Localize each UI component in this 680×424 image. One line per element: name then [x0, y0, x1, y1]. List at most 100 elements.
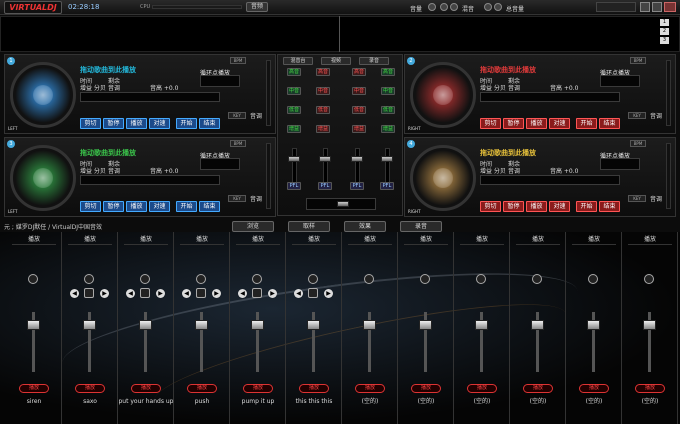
volume-knob[interactable] — [588, 274, 598, 284]
volume-fader[interactable] — [195, 320, 208, 330]
volume-knob[interactable] — [84, 274, 94, 284]
fader-cap[interactable] — [381, 156, 393, 162]
prev-icon[interactable] — [440, 3, 448, 11]
sound-icon[interactable] — [494, 3, 502, 11]
volume-fader[interactable] — [419, 320, 432, 330]
record-button[interactable]: 音频 — [246, 2, 268, 12]
volume-knob[interactable] — [140, 274, 150, 284]
deck-cue-0[interactable]: 开始 — [576, 201, 597, 212]
volume-knob[interactable] — [308, 274, 318, 284]
tab-browse[interactable]: 浏览 — [232, 221, 274, 232]
loop-icon[interactable] — [196, 288, 206, 298]
deck-select-1[interactable]: 1 — [660, 19, 669, 26]
volume-knob[interactable] — [28, 274, 38, 284]
mixer-eq-right-b-1[interactable]: 中音 — [381, 87, 395, 95]
loop-icon[interactable] — [140, 288, 150, 298]
right-arrow-icon[interactable]: ▶ — [212, 289, 221, 298]
deck-cue-1[interactable]: 结束 — [199, 201, 220, 212]
pitch-fader[interactable] — [266, 60, 271, 126]
sampler-play-button[interactable]: 播放 — [19, 384, 49, 393]
left-arrow-icon[interactable]: ◀ — [126, 289, 135, 298]
loop-icon[interactable] — [308, 288, 318, 298]
right-arrow-icon[interactable]: ▶ — [268, 289, 277, 298]
deck-select-3[interactable]: 3 — [660, 37, 669, 44]
bpm-button[interactable]: BPM — [230, 57, 246, 64]
mixer-eq-left-2[interactable]: 低音 — [287, 106, 301, 114]
mixer-eq-right-0[interactable]: 高音 — [352, 68, 366, 76]
left-arrow-icon[interactable]: ◀ — [238, 289, 247, 298]
sampler-play-button[interactable]: 播放 — [523, 384, 553, 393]
mixer-eq-right-b-3[interactable]: 增益 — [381, 125, 395, 133]
volume-fader[interactable] — [251, 320, 264, 330]
loop-icon[interactable] — [252, 288, 262, 298]
deck-cue-0[interactable]: 开始 — [176, 201, 197, 212]
loop-display[interactable] — [200, 75, 240, 87]
tab-sampler[interactable]: 取样 — [288, 221, 330, 232]
pitch-fader[interactable] — [666, 143, 671, 209]
mixer-eq-right-2[interactable]: 低音 — [352, 106, 366, 114]
mixer-eq-right-b-0[interactable]: 高音 — [381, 68, 395, 76]
deck-cue-0[interactable]: 开始 — [176, 118, 197, 129]
deck-platter[interactable] — [10, 62, 76, 128]
deck-pad-1[interactable]: 暂停 — [103, 118, 124, 129]
volume-knob[interactable] — [476, 274, 486, 284]
volume-fader[interactable] — [139, 320, 152, 330]
deck-pad-3[interactable]: 对速 — [149, 118, 170, 129]
deck-pad-0[interactable]: 剪切 — [80, 201, 101, 212]
key-button[interactable]: KEY — [228, 112, 246, 119]
volume-knob[interactable] — [420, 274, 430, 284]
volume-knob[interactable] — [252, 274, 262, 284]
volume-knob[interactable] — [644, 274, 654, 284]
volume-fader[interactable] — [643, 320, 656, 330]
mixer-eq-left-3[interactable]: 增益 — [287, 125, 301, 133]
deck-cue-1[interactable]: 结束 — [599, 118, 620, 129]
deck-platter[interactable] — [410, 62, 476, 128]
breadcrumb[interactable]: 元 ; 媒罗DJ默任 / VirtualDJ中国音效 — [4, 222, 102, 231]
deck-pad-1[interactable]: 暂停 — [103, 201, 124, 212]
headphones-icon[interactable] — [428, 3, 436, 11]
sampler-play-button[interactable]: 播放 — [579, 384, 609, 393]
right-arrow-icon[interactable]: ▶ — [100, 289, 109, 298]
deck-platter[interactable] — [410, 145, 476, 211]
pitch-fader[interactable] — [266, 143, 271, 209]
volume-fader[interactable] — [475, 320, 488, 330]
mixer-eq-left-b-0[interactable]: 高音 — [316, 68, 330, 76]
config-bar[interactable] — [596, 2, 636, 12]
deck-pad-3[interactable]: 对速 — [149, 201, 170, 212]
right-arrow-icon[interactable]: ▶ — [156, 289, 165, 298]
fader-cap[interactable] — [288, 156, 300, 162]
pfl-button[interactable]: PFL — [350, 182, 364, 190]
fader-cap[interactable] — [319, 156, 331, 162]
left-arrow-icon[interactable]: ◀ — [182, 289, 191, 298]
bpm-button[interactable]: BPM — [630, 140, 646, 147]
mixer-eq-right-1[interactable]: 中音 — [352, 87, 366, 95]
sampler-play-button[interactable]: 播放 — [411, 384, 441, 393]
loop-display[interactable] — [600, 158, 640, 170]
mixer-eq-left-1[interactable]: 中音 — [287, 87, 301, 95]
sampler-play-button[interactable]: 播放 — [467, 384, 497, 393]
deck-cue-1[interactable]: 结束 — [599, 201, 620, 212]
deck-pad-2[interactable]: 播放 — [126, 201, 147, 212]
key-button[interactable]: KEY — [628, 112, 646, 119]
left-arrow-icon[interactable]: ◀ — [70, 289, 79, 298]
deck-pad-3[interactable]: 对速 — [549, 201, 570, 212]
mixer-tab-2[interactable]: 录音 — [359, 57, 389, 65]
bpm-button[interactable]: BPM — [630, 57, 646, 64]
crossfader-cap[interactable] — [337, 201, 349, 207]
left-arrow-icon[interactable]: ◀ — [294, 289, 303, 298]
sampler-play-button[interactable]: 播放 — [131, 384, 161, 393]
mixer-eq-left-0[interactable]: 高音 — [287, 68, 301, 76]
waveform-area[interactable] — [0, 16, 680, 52]
close-button[interactable] — [664, 2, 676, 12]
mic-icon[interactable] — [450, 3, 458, 11]
bpm-button[interactable]: BPM — [230, 140, 246, 147]
fader-cap[interactable] — [351, 156, 363, 162]
sampler-play-button[interactable]: 播放 — [635, 384, 665, 393]
sampler-play-button[interactable]: 播放 — [299, 384, 329, 393]
tab-effects[interactable]: 效果 — [344, 221, 386, 232]
deck-pad-0[interactable]: 剪切 — [480, 118, 501, 129]
mixer-eq-left-b-2[interactable]: 低音 — [316, 106, 330, 114]
pitch-fader[interactable] — [666, 60, 671, 126]
tab-record[interactable]: 录音 — [400, 221, 442, 232]
minimize-button[interactable] — [640, 2, 650, 12]
